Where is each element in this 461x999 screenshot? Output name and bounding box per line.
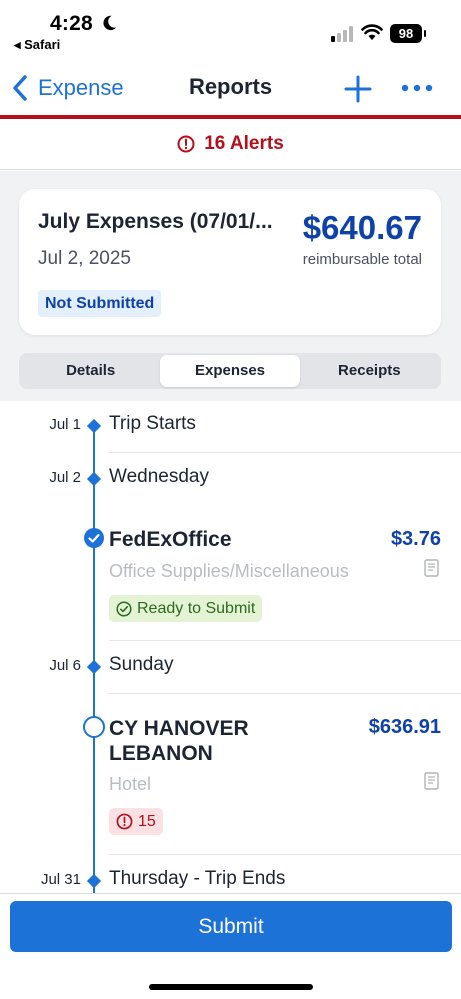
report-card[interactable]: July Expenses (07/01/... Jul 2, 2025 $64…: [19, 189, 441, 335]
expense-amount: $636.91: [368, 716, 441, 738]
expense-item-fedexoffice[interactable]: FedExOffice $3.76 Office Supplies/Miscel…: [0, 509, 461, 641]
day-label: Wednesday: [109, 466, 209, 487]
checkmark-circle-icon: [84, 528, 104, 548]
expense-alert-badge: 15: [109, 808, 163, 835]
day-label: Trip Starts: [109, 413, 196, 434]
day-label: Sunday: [109, 654, 174, 675]
more-options-button[interactable]: [400, 78, 434, 98]
day-date: Jul 1: [49, 416, 81, 433]
timeline-day-row: Jul 2 Wednesday: [0, 454, 461, 506]
alerts-banner[interactable]: 16 Alerts: [0, 119, 461, 170]
row-divider: [109, 854, 461, 855]
diamond-marker-icon: [86, 659, 102, 675]
status-time: 4:28: [50, 12, 93, 35]
report-amount-caption: reimbursable total: [302, 251, 422, 268]
report-name: July Expenses (07/01/...: [38, 210, 273, 233]
home-indicator[interactable]: [149, 984, 313, 990]
check-circle-outline-icon: [116, 600, 132, 617]
tab-receipts[interactable]: Receipts: [300, 355, 439, 387]
report-tabs: Details Expenses Receipts: [19, 353, 441, 389]
bottom-action-area: Submit: [0, 893, 461, 999]
ready-to-submit-badge: Ready to Submit: [109, 595, 263, 622]
receipt-icon: [424, 559, 439, 577]
row-divider: [109, 452, 461, 453]
moon-icon: [103, 15, 117, 31]
expense-vendor: FedExOffice: [109, 528, 232, 551]
expense-category: Office Supplies/Miscellaneous: [109, 561, 349, 581]
diamond-marker-icon: [86, 418, 102, 434]
back-to-safari-link[interactable]: ◂ Safari: [14, 37, 60, 53]
tab-details[interactable]: Details: [21, 355, 160, 387]
wifi-icon: [361, 24, 383, 40]
alert-count: 15: [138, 812, 156, 830]
page-title: Reports: [188, 74, 273, 99]
expense-timeline: Jul 1 Trip Starts Jul 2 Wednesday FedExO…: [0, 401, 461, 893]
battery-indicator: 98: [390, 24, 426, 43]
day-date: Jul 2: [49, 469, 81, 486]
expense-amount: $3.76: [390, 528, 441, 550]
open-circle-icon: [83, 716, 105, 738]
alert-icon: [116, 813, 133, 830]
add-button[interactable]: [343, 74, 373, 104]
alert-icon: [177, 135, 195, 153]
tab-expenses[interactable]: Expenses: [160, 355, 300, 387]
timeline-day-row: Jul 31 Thursday - Trip Ends: [0, 856, 461, 893]
cellular-signal-icon: [331, 26, 353, 42]
status-badge: Not Submitted: [38, 290, 162, 317]
nav-bar: Expense Reports: [0, 58, 461, 115]
row-divider: [109, 693, 461, 694]
status-bar: 4:28 ◂ Safari 98: [0, 0, 461, 58]
expense-vendor: CY HANOVER LEBANON: [109, 716, 249, 766]
ready-badge-label: Ready to Submit: [137, 599, 256, 617]
expense-item-cy-hanover-lebanon[interactable]: CY HANOVER LEBANON $636.91 Hotel 15: [0, 695, 461, 855]
alerts-label: 16 Alerts: [204, 133, 284, 154]
timeline-day-row: Jul 1 Trip Starts: [0, 401, 461, 453]
submit-button[interactable]: Submit: [10, 901, 452, 952]
receipt-icon: [424, 772, 439, 790]
report-total-amount: $640.67: [302, 209, 422, 246]
day-date: Jul 31: [40, 871, 81, 888]
expense-category: Hotel: [109, 774, 152, 794]
report-date: Jul 2, 2025: [38, 248, 131, 269]
timeline-day-row: Jul 6 Sunday: [0, 642, 461, 694]
diamond-marker-icon: [86, 471, 102, 487]
diamond-marker-icon: [86, 873, 102, 889]
expense-vendor-line2: LEBANON: [109, 742, 213, 765]
day-date: Jul 6: [49, 657, 81, 674]
expense-vendor-line1: CY HANOVER: [109, 717, 249, 740]
report-summary-area: July Expenses (07/01/... Jul 2, 2025 $64…: [0, 171, 461, 401]
row-divider: [109, 640, 461, 641]
day-label: Thursday - Trip Ends: [109, 868, 286, 889]
